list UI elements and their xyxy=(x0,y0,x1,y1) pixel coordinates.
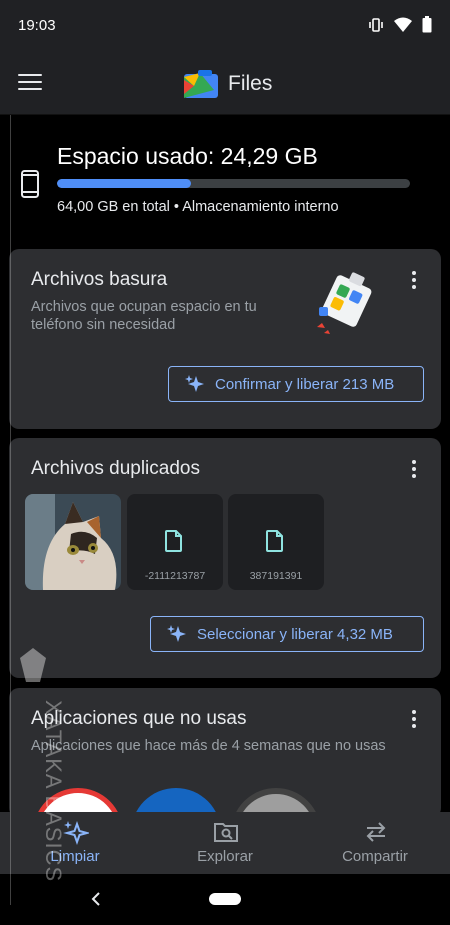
storage-summary: Espacio usado: 24,29 GB 64,00 GB en tota… xyxy=(0,115,450,245)
app-bar: Files xyxy=(0,52,450,115)
duplicates-card-more-icon[interactable] xyxy=(409,460,419,480)
status-time: 19:03 xyxy=(18,17,56,34)
nav-explore[interactable]: Explorar xyxy=(150,812,300,874)
junk-card-more-icon[interactable] xyxy=(409,271,419,291)
junk-files-card: Archivos basura Archivos que ocupan espa… xyxy=(9,249,441,429)
storage-subtitle: 64,00 GB en total • Almacenamiento inter… xyxy=(57,199,339,215)
nav-explore-label: Explorar xyxy=(197,848,253,865)
confirm-free-label: Confirmar y liberar 213 MB xyxy=(215,375,395,393)
junk-card-title: Archivos basura xyxy=(31,269,168,290)
sparkle-icon xyxy=(63,821,89,845)
unused-apps-card-description: Aplicaciones que hace más de 4 semanas q… xyxy=(31,738,386,754)
watermark-logo-icon xyxy=(20,648,46,682)
bottom-navigation: Limpiar Explorar Compartir xyxy=(0,812,450,874)
select-free-label: Seleccionar y liberar 4,32 MB xyxy=(197,625,393,643)
watermark-line xyxy=(10,115,11,905)
duplicate-file-name: 387191391 xyxy=(249,570,303,582)
nav-share[interactable]: Compartir xyxy=(300,812,450,874)
phone-icon xyxy=(21,170,39,198)
junk-illustration-icon xyxy=(317,272,372,334)
folder-search-icon xyxy=(214,823,238,842)
sparkle-icon xyxy=(167,625,186,642)
files-logo-icon xyxy=(184,70,218,98)
unused-apps-card: Aplicaciones que no usas Aplicaciones qu… xyxy=(9,688,441,818)
back-icon[interactable] xyxy=(90,891,102,907)
duplicate-file-name: -2111213787 xyxy=(144,570,206,582)
home-button[interactable] xyxy=(209,893,241,905)
duplicates-card-title: Archivos duplicados xyxy=(31,458,200,479)
system-navigation-bar xyxy=(0,874,450,925)
cat-photo-thumbnail[interactable] xyxy=(25,494,121,590)
unused-apps-card-more-icon[interactable] xyxy=(409,710,419,730)
menu-button[interactable] xyxy=(18,74,42,92)
vibrate-icon xyxy=(369,17,383,32)
storage-used-title: Espacio usado: 24,29 GB xyxy=(57,143,318,169)
wifi-icon xyxy=(394,17,412,32)
cat-photo-image xyxy=(25,494,121,590)
duplicate-files-card: Archivos duplicados -2111213787 38719139… xyxy=(9,438,441,678)
status-bar: 19:03 xyxy=(0,0,450,52)
battery-icon xyxy=(422,16,432,33)
select-free-button[interactable]: Seleccionar y liberar 4,32 MB xyxy=(150,616,424,652)
watermark-text: XATAKA BASICS xyxy=(41,700,66,883)
sparkle-icon xyxy=(185,375,204,392)
swap-arrows-icon xyxy=(366,822,386,842)
storage-progress-bar xyxy=(57,179,410,188)
document-icon xyxy=(266,530,283,552)
document-icon xyxy=(165,530,182,552)
nav-clean-label: Limpiar xyxy=(50,848,100,865)
nav-clean[interactable]: Limpiar xyxy=(0,812,150,874)
storage-progress-fill xyxy=(57,179,192,188)
nav-share-label: Compartir xyxy=(342,848,408,865)
duplicate-file-thumbnail[interactable]: 387191391 xyxy=(228,494,324,590)
duplicate-file-thumbnail[interactable]: -2111213787 xyxy=(127,494,223,590)
app-title: Files xyxy=(228,72,273,95)
confirm-free-button[interactable]: Confirmar y liberar 213 MB xyxy=(168,366,424,402)
junk-card-description: Archivos que ocupan espacio en tu teléfo… xyxy=(31,299,257,333)
